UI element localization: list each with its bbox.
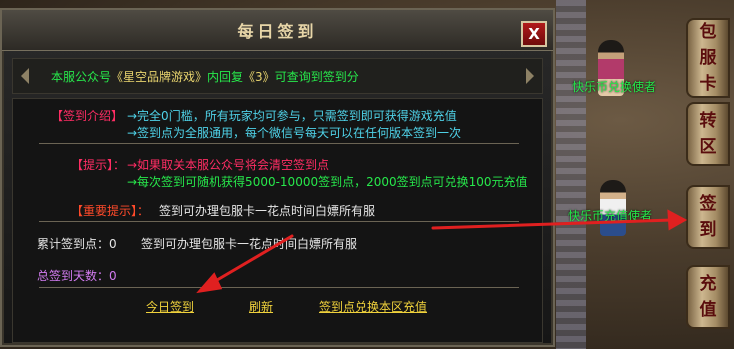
annotation-arrow-tab-line — [431, 218, 674, 230]
annotation-arrow-checkin-line — [210, 234, 294, 285]
annotation-arrows — [196, 209, 688, 294]
annotation-arrow-checkin-head — [196, 272, 223, 294]
annotation-arrow-tab-head — [667, 209, 688, 231]
